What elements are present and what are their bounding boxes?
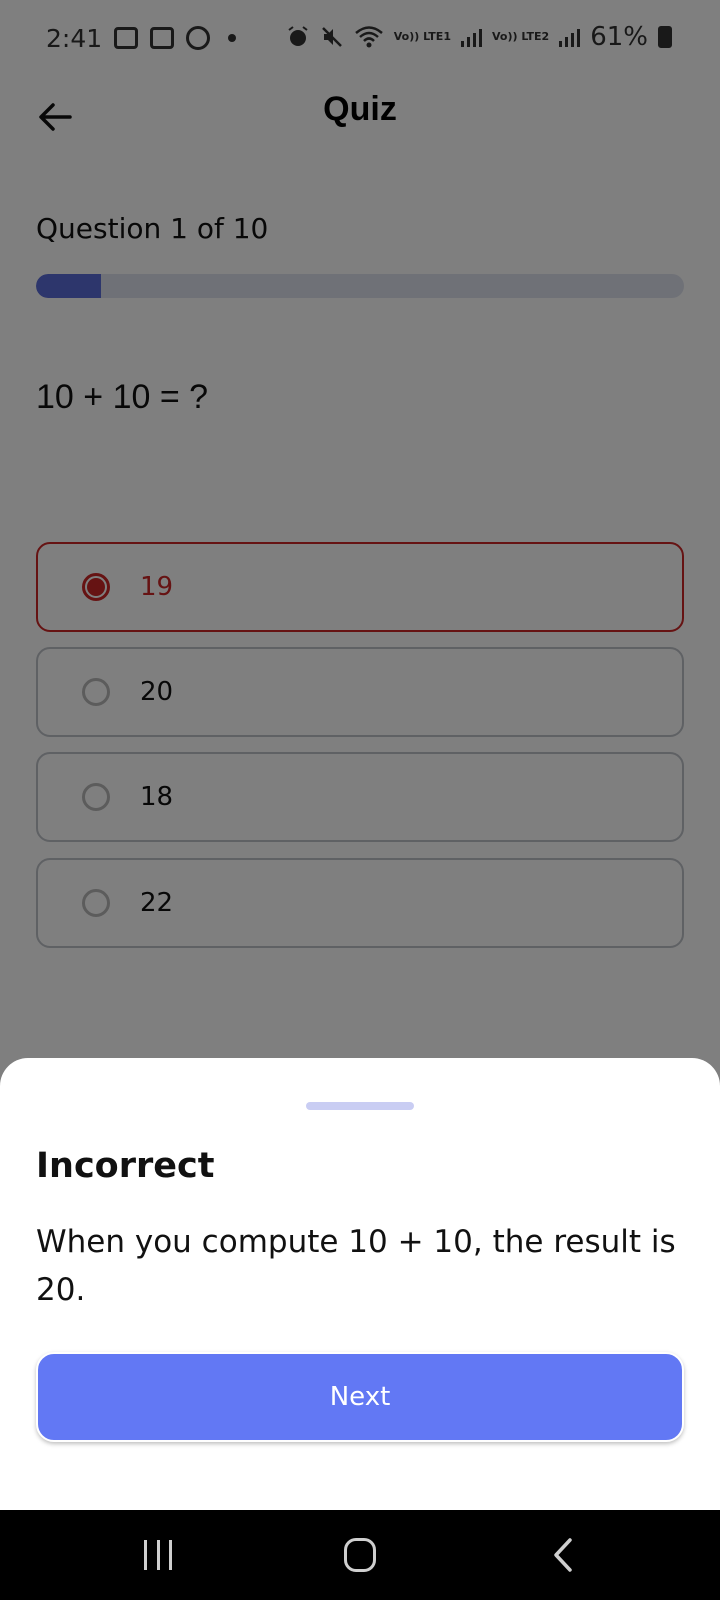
feedback-message: When you compute 10 + 10, the result is … bbox=[36, 1224, 676, 1308]
feedback-title: Incorrect bbox=[36, 1146, 215, 1186]
next-button[interactable]: Next bbox=[36, 1352, 684, 1442]
system-nav-bar bbox=[0, 1510, 720, 1600]
recent-apps-icon[interactable] bbox=[144, 1540, 172, 1570]
chevron-left-icon[interactable] bbox=[548, 1536, 578, 1574]
feedback-bottom-sheet: Incorrect When you compute 10 + 10, the … bbox=[0, 1058, 720, 1510]
home-icon[interactable] bbox=[344, 1538, 376, 1572]
drag-handle[interactable] bbox=[306, 1102, 414, 1110]
